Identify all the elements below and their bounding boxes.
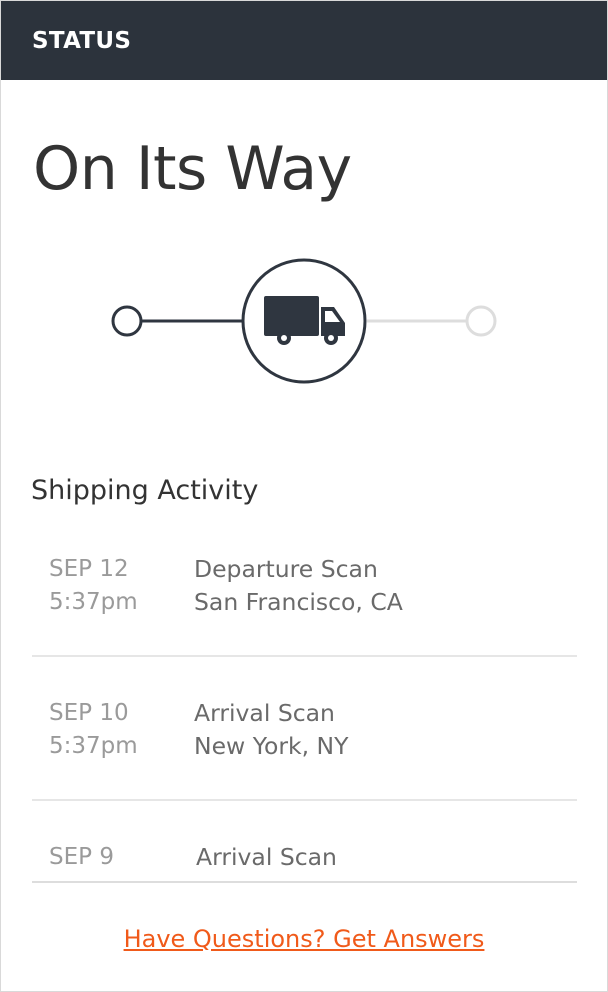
activity-date: SEP 12 — [49, 556, 129, 582]
page-title: On Its Way — [33, 134, 352, 204]
row-divider — [32, 655, 577, 657]
activity-row: SEP 9 Arrival Scan — [32, 827, 577, 881]
shipping-status-card: STATUS On Its Way Shipping Activity SEP … — [0, 0, 608, 992]
help-link[interactable]: Have Questions? Get Answers — [1, 923, 607, 955]
activity-event: Arrival Scan — [196, 843, 337, 871]
step-start-marker — [111, 305, 143, 337]
step-end-marker — [465, 305, 497, 337]
row-divider — [32, 799, 577, 801]
status-header: STATUS — [1, 1, 607, 80]
header-title: STATUS — [32, 28, 132, 54]
activity-location: New York, NY — [194, 732, 349, 760]
activity-event: Arrival Scan — [194, 699, 335, 727]
activity-date: SEP 9 — [49, 844, 114, 870]
activity-date: SEP 10 — [49, 700, 129, 726]
activity-time: 5:37pm — [49, 589, 138, 615]
activity-row: SEP 10 5:37pm Arrival Scan New York, NY — [32, 683, 577, 827]
activity-row: SEP 12 5:37pm Departure Scan San Francis… — [32, 539, 577, 683]
activity-location: San Francisco, CA — [194, 588, 403, 616]
activity-time: 5:37pm — [49, 733, 138, 759]
progress-tracker — [111, 258, 497, 384]
shipping-activity-title: Shipping Activity — [31, 475, 259, 506]
shipping-activity-list[interactable]: SEP 12 5:37pm Departure Scan San Francis… — [32, 539, 577, 883]
activity-event: Departure Scan — [194, 555, 378, 583]
